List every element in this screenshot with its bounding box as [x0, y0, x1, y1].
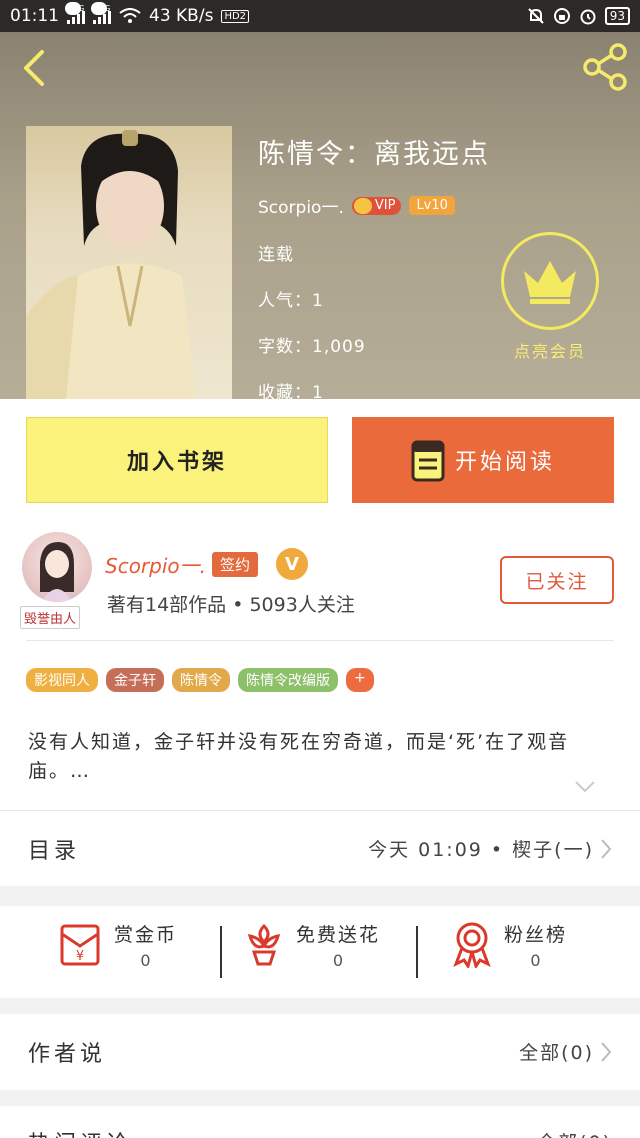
divider [26, 640, 614, 641]
member-label: 点亮会员 [513, 342, 586, 361]
book-cover[interactable] [26, 126, 232, 399]
signed-badge: 签约 [212, 552, 259, 577]
book-status: 连载 [258, 245, 294, 265]
cover-illustration [26, 130, 196, 399]
back-arrow-icon[interactable] [16, 46, 56, 90]
author-says-all-label: 全部(0) [519, 1042, 594, 1064]
tag-item[interactable]: 陈情令 [172, 668, 230, 692]
author-stats: 著有14部作品 • 5093人关注 [107, 594, 355, 616]
author-says-all[interactable]: 全部(0) [519, 1038, 612, 1065]
divider [220, 926, 222, 978]
svg-text:¥: ¥ [76, 949, 84, 964]
lock-rotate-icon [553, 8, 570, 24]
hot-comments-all-label: 全部(0) [537, 1128, 612, 1138]
chevron-right-icon [601, 838, 612, 859]
flower-icon [247, 923, 281, 966]
add-to-shelf-label: 加入书架 [126, 450, 227, 475]
author-says-row[interactable]: 作者说 全部(0) [0, 1014, 640, 1090]
chevron-down-icon[interactable] [574, 780, 596, 794]
red-envelope-icon: ¥ [60, 924, 100, 966]
status-bar: 01:11 4G 4G 43 KB/s HD2 93 [0, 0, 640, 32]
divider [416, 926, 418, 978]
vip-badge: VIP [351, 196, 402, 215]
add-tag-button[interactable]: + [346, 668, 374, 692]
signal-icon-2: 4G [91, 2, 111, 24]
reward-coins-button[interactable]: ¥ 赏金币 0 [56, 920, 177, 984]
book-popularity: 人气：1 [258, 291, 324, 311]
book-title: 陈情令：离我远点 [258, 139, 490, 170]
add-to-shelf-button[interactable]: 加入书架 [26, 417, 328, 503]
start-reading-label: 开始阅读 [454, 450, 555, 475]
network-speed: 43 KB/s [149, 6, 214, 26]
book-info: 陈情令：离我远点 Scorpio一. VIP Lv10 连载 人气：1 字数：1… [258, 132, 490, 399]
gift-count: 0 [140, 951, 151, 970]
avatar[interactable] [22, 532, 92, 602]
gift-label: 免费送花 [296, 924, 381, 946]
activate-member-button[interactable]: 点亮会员 [500, 232, 600, 364]
share-icon[interactable] [580, 42, 630, 92]
verified-badge: V [276, 548, 308, 580]
avatar-tag: 毁誉由人 [20, 606, 81, 629]
chevron-right-icon [601, 1041, 612, 1062]
hot-comments-all[interactable]: 全部(0) [537, 1128, 612, 1138]
action-bar: 加入书架 开始阅读 [0, 399, 640, 520]
crown-icon [524, 261, 576, 304]
author-section: 毁誉由人 Scorpio一. 签约 V 著有14部作品 • 5093人关注 已关… [0, 520, 640, 810]
gift-count: 0 [530, 951, 541, 970]
vip-crown-icon [353, 197, 372, 214]
tag-item[interactable]: 影视同人 [26, 668, 98, 692]
hd-indicator: HD2 [221, 9, 250, 23]
start-reading-button[interactable]: 开始阅读 [352, 417, 614, 503]
hot-comments-title: 热门评论 [28, 1126, 132, 1138]
tag-item[interactable]: 陈情令改编版 [238, 668, 338, 692]
gift-count: 0 [332, 951, 344, 970]
book-author-line: Scorpio一. VIP Lv10 [258, 193, 490, 218]
wifi-icon [119, 8, 141, 23]
catalog-title: 目录 [28, 839, 81, 864]
battery-indicator: 93 [604, 7, 630, 25]
gifts-bar: ¥ 赏金币 0 免费送花 0 粉丝榜 0 [0, 906, 640, 998]
catalog-latest-label: 今天 01:09 • 楔子(一) [368, 839, 594, 861]
author-name[interactable]: Scorpio一. [105, 550, 206, 579]
gift-label: 粉丝榜 [504, 924, 568, 946]
author-says-title: 作者说 [28, 1042, 107, 1067]
follow-button[interactable]: 已关注 [500, 556, 614, 604]
fan-ranking-button[interactable]: 粉丝榜 0 [450, 920, 567, 984]
level-badge: Lv10 [409, 196, 455, 215]
status-time: 01:11 [10, 6, 59, 26]
free-flower-button[interactable]: 免费送花 0 [242, 920, 380, 984]
tag-item[interactable]: 金子轩 [106, 668, 164, 692]
book-author-name[interactable]: Scorpio一. [258, 193, 344, 218]
signal-icon: 4G [65, 2, 85, 24]
catalog-row[interactable]: 目录 今天 01:09 • 楔子(一) [0, 810, 640, 886]
catalog-latest: 今天 01:09 • 楔子(一) [368, 835, 612, 862]
book-header: 陈情令：离我远点 Scorpio一. VIP Lv10 连载 人气：1 字数：1… [0, 32, 640, 399]
book-icon [411, 440, 445, 482]
hot-comments-row[interactable]: 热门评论 全部(0) [0, 1106, 640, 1138]
alarm-icon [580, 9, 596, 25]
mute-bell-icon [528, 8, 544, 24]
book-favorites: 收藏：1 [258, 383, 324, 399]
synopsis: 没有人知道，金子轩并没有死在穷奇道，而是‘死’在了观音庙。… [28, 731, 570, 782]
tag-list: 影视同人 金子轩 陈情令 陈情令改编版 + [26, 668, 374, 692]
gift-label: 赏金币 [114, 924, 178, 946]
book-word-count: 字数：1,009 [258, 337, 366, 357]
medal-icon [453, 922, 491, 968]
